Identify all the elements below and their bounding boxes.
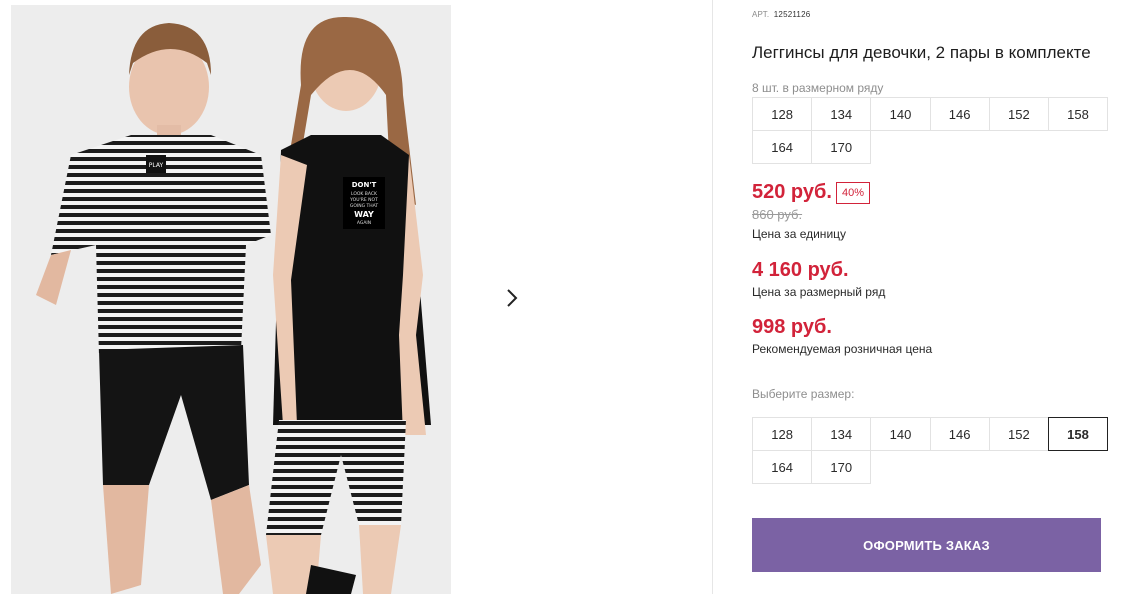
chevron-right-icon — [507, 289, 518, 307]
retail-price-label: Рекомендуемая розничная цена — [752, 342, 933, 356]
tank-print-line-4: GOING THAT — [350, 203, 379, 209]
size-row-item: 128 — [752, 97, 813, 131]
size-option[interactable]: 128 — [752, 417, 813, 451]
column-divider — [712, 0, 713, 594]
old-price: 860 руб. — [752, 207, 803, 222]
gallery-next-button[interactable] — [485, 271, 539, 325]
size-selector: 128 134 140 146 152 158 164 170 — [752, 417, 1109, 484]
tank-print-line-5: WAY — [354, 210, 374, 219]
size-option[interactable]: 164 — [752, 450, 813, 484]
size-row-item: 164 — [752, 130, 813, 164]
size-option[interactable]: 146 — [929, 417, 990, 451]
unit-price-label: Цена за единицу — [752, 227, 847, 241]
discount-badge: 40% — [836, 182, 870, 204]
size-option[interactable]: 152 — [988, 417, 1049, 451]
product-photo[interactable]: PLAY DON'T LOOK BACK YOU'RE NOT GOING TH… — [11, 5, 451, 594]
size-row-price: 4 160 руб. — [752, 259, 849, 281]
tank-print-line-2: LOOK BACK — [351, 191, 378, 197]
size-row-item: 170 — [811, 130, 872, 164]
size-row-count: 8 шт. в размерном ряду — [752, 81, 884, 95]
size-option[interactable]: 140 — [870, 417, 931, 451]
product-photo-image: PLAY DON'T LOOK BACK YOU'RE NOT GOING TH… — [11, 5, 451, 594]
product-title: Леггинсы для девочки, 2 пары в комплекте — [752, 43, 1091, 62]
article-value: 12521126 — [773, 10, 811, 19]
size-row-price-label: Цена за размерный ряд — [752, 285, 886, 299]
unit-price: 520 руб. — [752, 181, 832, 203]
size-row-grid: 128 134 140 146 152 158 164 170 — [752, 97, 1109, 164]
size-row-item: 140 — [870, 97, 931, 131]
article-label: АРТ. — [752, 10, 770, 19]
size-row-item: 158 — [1047, 97, 1109, 131]
tank-print-line-1: DON'T — [352, 181, 377, 189]
retail-price: 998 руб. — [752, 316, 832, 338]
size-row-item: 134 — [811, 97, 872, 131]
size-option[interactable]: 170 — [811, 450, 872, 484]
order-button[interactable]: ОФОРМИТЬ ЗАКАЗ — [752, 518, 1101, 572]
tshirt-print-text: PLAY — [149, 162, 164, 169]
tank-print-line-6: AGAIN — [357, 220, 371, 226]
article-number: АРТ. 12521126 — [752, 10, 810, 19]
size-row-item: 146 — [929, 97, 990, 131]
size-row-item: 152 — [988, 97, 1049, 131]
tank-print-line-3: YOU'RE NOT — [349, 197, 378, 203]
size-option-selected[interactable]: 158 — [1047, 417, 1109, 451]
size-option[interactable]: 134 — [811, 417, 872, 451]
choose-size-label: Выберите размер: — [752, 387, 855, 401]
